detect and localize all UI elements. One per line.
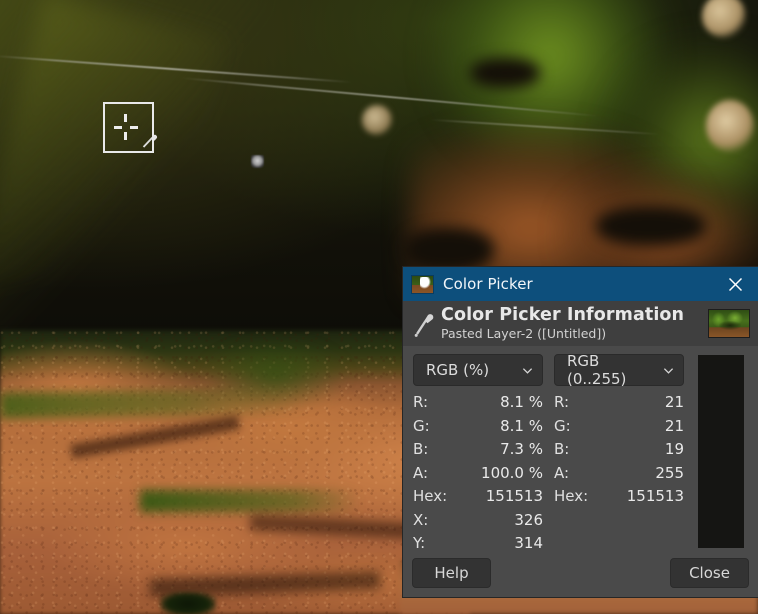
value-label: Hex:: [413, 487, 448, 505]
value-amount: 19: [664, 440, 684, 458]
color-model-255-value: RGB (0..255): [567, 352, 627, 388]
titlebar-close-button[interactable]: [712, 267, 758, 301]
crosshair-left: [114, 126, 122, 129]
value-amount: 326: [514, 510, 543, 529]
value-row: B: 19: [554, 440, 684, 464]
value-row: G: 8.1 %: [413, 417, 543, 441]
value-row: R: 21: [554, 393, 684, 417]
value-amount: 255: [655, 463, 684, 482]
value-label: R:: [413, 393, 429, 411]
dialog-body: RGB (%) RGB (0..255) R: 8.1 % G: 8.1 % B…: [403, 346, 758, 558]
crosshair-right: [130, 126, 138, 129]
value-label: Hex:: [554, 487, 589, 505]
eyedropper-icon: [414, 313, 434, 337]
value-row: A: 255: [554, 464, 684, 488]
value-label: A:: [413, 463, 429, 482]
crosshair-top: [124, 114, 127, 122]
percent-value-column: R: 8.1 % G: 8.1 % B: 7.3 % A: 100.0 % He…: [413, 393, 543, 558]
light-blob-2: [706, 100, 754, 152]
value-amount: 21: [664, 416, 684, 435]
value-label: B:: [413, 440, 429, 458]
help-button[interactable]: Help: [412, 558, 491, 588]
dialog-header: Color Picker Information Pasted Layer-2 …: [403, 301, 758, 346]
value-amount: 8.1 %: [500, 393, 543, 411]
dark-debris-3: [470, 58, 540, 88]
value-label: G:: [413, 416, 430, 435]
image-thumbnail: [708, 309, 750, 338]
color-picker-dialog: Color Picker Color Picker Information Pa…: [403, 267, 758, 597]
value-label: R:: [554, 393, 570, 411]
value-row: R: 8.1 %: [413, 393, 543, 417]
value-label: G:: [554, 416, 571, 435]
crosshair-bottom: [124, 132, 127, 140]
gimp-wilber-icon: [411, 274, 434, 294]
soil-moss-band: [0, 387, 301, 419]
value-row: G: 21: [554, 417, 684, 441]
dialog-title: Color Picker: [443, 275, 533, 293]
sampled-pixel-marker: [251, 155, 264, 168]
eyedropper-cursor-icon: [142, 134, 158, 148]
value-row: Hex: 151513: [413, 487, 543, 511]
dark-debris-2: [596, 206, 706, 246]
dialog-titlebar[interactable]: Color Picker: [403, 267, 758, 301]
value-amount: 8.1 %: [500, 416, 543, 435]
byte-value-column: R: 21 G: 21 B: 19 A: 255 Hex: 151513: [554, 393, 684, 558]
picked-color-swatch: [697, 354, 745, 549]
light-blob-3: [362, 105, 392, 135]
value-amount: 151513: [626, 487, 684, 505]
soil-hole: [160, 592, 216, 614]
chevron-down-icon: [522, 367, 533, 374]
value-amount: 151513: [485, 487, 543, 505]
color-model-percent-value: RGB (%): [426, 361, 490, 379]
header-title: Color Picker Information: [441, 304, 685, 325]
dialog-footer: Help Close: [403, 553, 758, 597]
chevron-down-icon: [663, 367, 674, 374]
color-model-255-dropdown[interactable]: RGB (0..255): [554, 352, 684, 388]
value-row: Hex: 151513: [554, 487, 684, 511]
value-amount: 100.0 %: [481, 463, 543, 482]
value-amount: 7.3 %: [500, 440, 543, 458]
swatch-fill: [698, 355, 744, 548]
value-row: A: 100.0 %: [413, 464, 543, 488]
value-amount: 314: [514, 534, 543, 552]
value-row: B: 7.3 %: [413, 440, 543, 464]
value-label: B:: [554, 440, 570, 458]
value-label: A:: [554, 463, 570, 482]
close-button[interactable]: Close: [670, 558, 749, 588]
value-row: X: 326: [413, 511, 543, 535]
soil-moss-band-2: [140, 490, 360, 512]
close-icon: [728, 277, 742, 291]
value-label: Y:: [413, 534, 426, 552]
header-text-group: Color Picker Information Pasted Layer-2 …: [441, 304, 708, 342]
header-subtitle: Pasted Layer-2 ([Untitled]): [441, 325, 607, 341]
color-model-percent-dropdown[interactable]: RGB (%): [413, 354, 543, 386]
value-label: X:: [413, 510, 429, 529]
dark-debris: [404, 228, 494, 272]
value-amount: 21: [664, 393, 684, 411]
